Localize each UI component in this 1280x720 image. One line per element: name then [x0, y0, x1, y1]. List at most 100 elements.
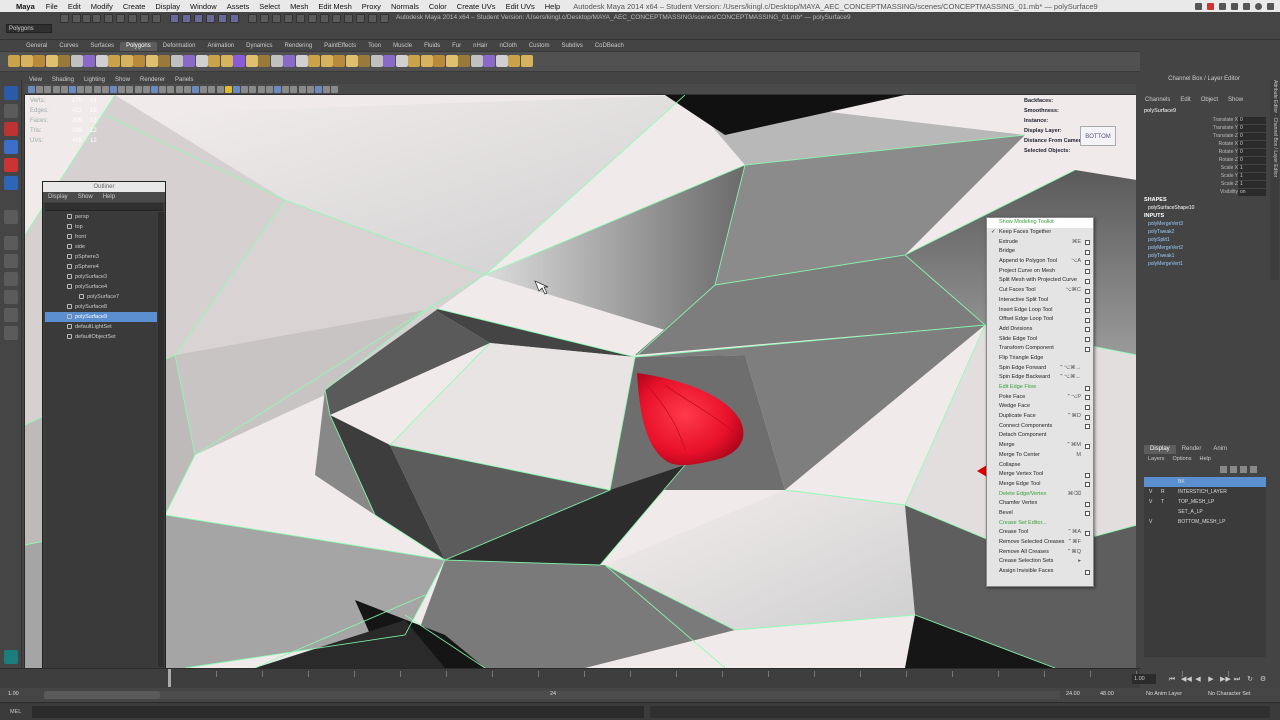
layer-tab-anim[interactable]: Anim [1207, 445, 1233, 454]
menu-help[interactable]: Help [540, 2, 565, 11]
viewport-toolbar-icon[interactable] [323, 86, 331, 93]
anim-end-field[interactable]: 48.00 [1100, 691, 1114, 697]
option-box-icon[interactable] [1085, 240, 1090, 246]
menu-display[interactable]: Display [150, 2, 185, 11]
list-icon[interactable] [1267, 2, 1274, 10]
select-tool-icon[interactable] [4, 86, 18, 100]
outliner-item[interactable]: defaultLightSet [45, 322, 157, 332]
layer-row[interactable]: V BOTTOM_MESH_LP [1144, 517, 1266, 527]
menu-item-delete-edge-vertex[interactable]: Delete Edge/Vertex ⌘⌫ [987, 490, 1093, 500]
viewport-toolbar-icon[interactable] [151, 86, 158, 93]
command-language-label[interactable]: MEL [10, 709, 21, 715]
shelf-tool-icon[interactable] [58, 55, 70, 67]
channel-value[interactable]: 0 [1238, 149, 1266, 156]
viewport-toolbar-icon[interactable] [224, 86, 232, 93]
lasso-tool-icon[interactable] [4, 104, 18, 118]
shelf-tab-muscle[interactable]: Muscle [387, 42, 418, 51]
shelf-tool-icon[interactable] [233, 55, 245, 67]
shelf-tool-icon[interactable] [133, 55, 145, 67]
battery-icon[interactable] [1243, 2, 1250, 10]
statusline-button[interactable] [260, 14, 269, 23]
outliner-item[interactable]: side [45, 242, 157, 252]
layer-row[interactable]: BK [1144, 477, 1266, 487]
menu-item-transform-component[interactable]: Transform Component [987, 344, 1093, 354]
shelf-tool-icon[interactable] [195, 55, 208, 67]
channel-value[interactable]: on [1238, 189, 1266, 196]
viewport-toolbar-icon[interactable] [60, 86, 68, 93]
shelf-tool-icon[interactable] [8, 55, 20, 67]
menu-color[interactable]: Color [424, 2, 452, 11]
shelf-tool-icon[interactable] [458, 55, 470, 67]
new-layer-icon[interactable] [1220, 466, 1227, 473]
statusline-button[interactable] [128, 14, 137, 23]
menu-item-poke-face[interactable]: Poke Face ⌃⌥P [987, 393, 1093, 403]
viewport-toolbar-icon[interactable] [36, 86, 44, 93]
menu-normals[interactable]: Normals [386, 2, 424, 11]
outliner-item[interactable]: polySurface9 [45, 312, 157, 322]
layer-menu-layers[interactable]: Layers [1144, 455, 1169, 463]
menu-create-uvs[interactable]: Create UVs [452, 2, 501, 11]
channel-value[interactable]: 0 [1238, 125, 1266, 132]
layout-single-icon[interactable] [4, 236, 18, 250]
statusline-button[interactable] [72, 14, 81, 23]
shelf-tool-icon[interactable] [370, 55, 383, 67]
statusline-button[interactable] [368, 14, 377, 23]
channel-value[interactable]: 1 [1238, 181, 1266, 188]
channel-menu-object[interactable]: Object [1196, 96, 1223, 105]
viewport-toolbar-icon[interactable] [200, 86, 208, 93]
option-box-icon[interactable] [1085, 298, 1090, 304]
viewport-toolbar-icon[interactable] [167, 86, 175, 93]
viewport-toolbar-icon[interactable] [28, 86, 35, 93]
viewport-toolbar-icon[interactable] [52, 86, 60, 93]
outliner-item[interactable]: pSphere3 [45, 252, 157, 262]
menu-item-append-to-polygon-tool[interactable]: Append to Polygon Tool ⌥A [987, 257, 1093, 267]
playback-button-icon[interactable]: ◀ [1194, 676, 1202, 684]
shelf-tab-codbeach[interactable]: CoDBeach [589, 42, 630, 51]
status-icon[interactable] [1219, 2, 1226, 10]
option-box-icon[interactable] [1085, 385, 1090, 391]
viewport-toolbar-icon[interactable] [118, 86, 126, 93]
statusline-button[interactable] [206, 14, 215, 23]
new-layer-selected-icon[interactable] [1230, 466, 1237, 473]
shelf-tab-custom[interactable]: Custom [523, 42, 556, 51]
menu-item-wedge-face[interactable]: Wedge Face [987, 402, 1093, 412]
menu-item-cut-faces-tool[interactable]: Cut Faces Tool ⌥⌘C [987, 286, 1093, 296]
shelf-tool-icon[interactable] [483, 55, 495, 67]
menu-proxy[interactable]: Proxy [357, 2, 386, 11]
outliner-item[interactable]: polySurface7 [45, 292, 157, 302]
layer-type-toggle[interactable]: R [1161, 487, 1165, 497]
outliner-menu-display[interactable]: Display [43, 192, 73, 202]
statusline-button[interactable] [92, 14, 101, 23]
viewport[interactable] [24, 95, 1136, 668]
playback-button-icon[interactable]: ⚙ [1259, 676, 1267, 684]
shelf-tool-icon[interactable] [495, 55, 508, 67]
input-node[interactable]: polyMergeVert2 [1148, 245, 1183, 251]
current-frame-field[interactable]: 1.00 [1132, 674, 1156, 684]
shelf-tab-animation[interactable]: Animation [201, 42, 240, 51]
option-box-icon[interactable] [1085, 501, 1090, 507]
statusline-button[interactable] [194, 14, 203, 23]
scale-tool-icon[interactable] [4, 176, 18, 190]
outliner-scrollbar[interactable] [158, 212, 164, 667]
statusline-button[interactable] [344, 14, 353, 23]
menu-assets[interactable]: Assets [222, 2, 255, 11]
viewport-toolbar-icon[interactable] [77, 86, 85, 93]
viewport-toolbar-icon[interactable] [249, 86, 257, 93]
menu-item-bridge[interactable]: Bridge [987, 247, 1093, 257]
shelf-tool-icon[interactable] [445, 55, 458, 67]
viewport-toolbar-icon[interactable] [183, 86, 191, 93]
range-end-field[interactable]: 24.00 [1066, 691, 1080, 697]
shape-node[interactable]: polySurfaceShape10 [1148, 205, 1194, 211]
shelf-tool-icon[interactable] [170, 55, 183, 67]
menu-item-chamfer-vertex[interactable]: Chamfer Vertex [987, 499, 1093, 509]
menu-item-merge-edge-tool[interactable]: Merge Edge Tool [987, 480, 1093, 490]
viewport-toolbar-icon[interactable] [216, 86, 224, 93]
statusline-button[interactable] [332, 14, 341, 23]
statusline-button[interactable] [230, 14, 239, 23]
menu-item-keep-faces-together[interactable]: ✓ Keep Faces Together [987, 228, 1093, 238]
shelf-tool-icon[interactable] [383, 55, 395, 67]
range-slider[interactable] [44, 691, 160, 699]
outliner-item[interactable]: top [45, 222, 157, 232]
menu-item-connect-components[interactable]: Connect Components [987, 422, 1093, 432]
menu-item-slide-edge-tool[interactable]: Slide Edge Tool [987, 335, 1093, 345]
